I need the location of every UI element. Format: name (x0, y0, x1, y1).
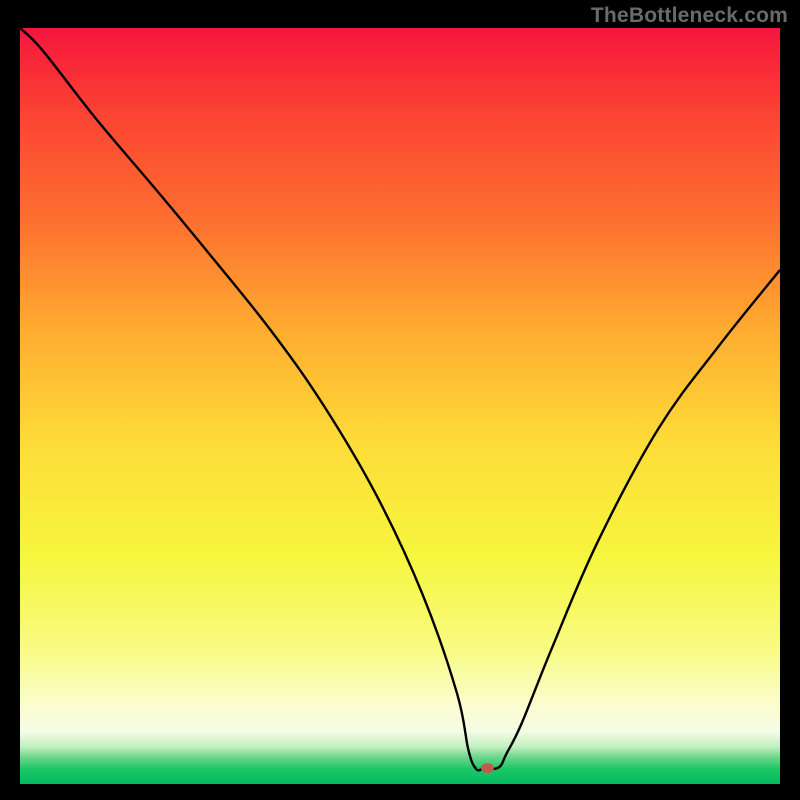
chart-svg (20, 28, 780, 784)
plot-area (20, 28, 780, 784)
chart-frame: TheBottleneck.com (0, 0, 800, 800)
gradient-bg (20, 28, 780, 784)
marker-dot (481, 763, 494, 773)
watermark-text: TheBottleneck.com (591, 4, 788, 28)
